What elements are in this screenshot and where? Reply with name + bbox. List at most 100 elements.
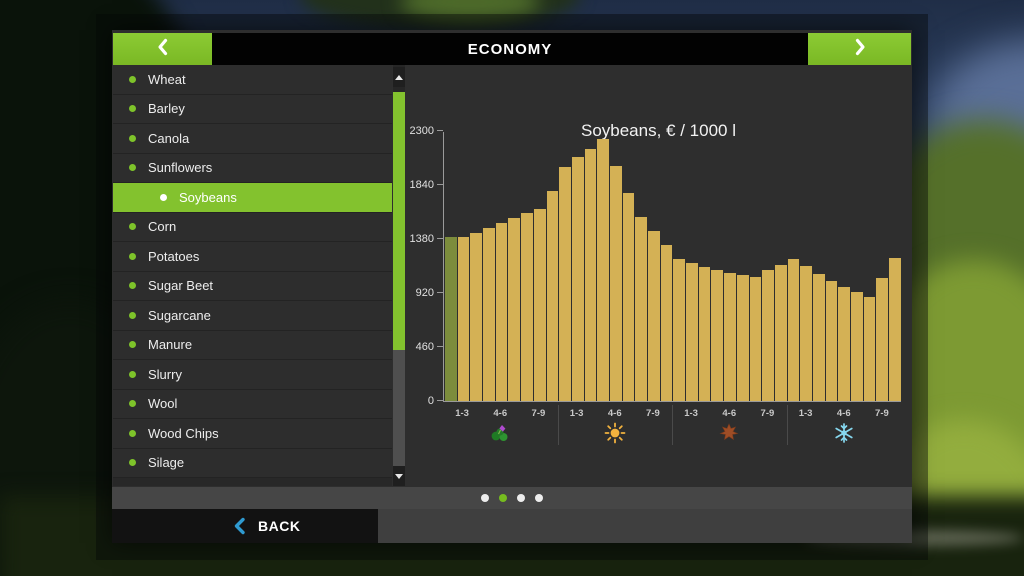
price-bar	[724, 273, 736, 401]
sidebar-item-label: Sugarcane	[148, 308, 211, 323]
page-indicator	[112, 487, 912, 509]
sidebar-item-potatoes[interactable]: Potatoes	[113, 242, 392, 272]
next-page-button[interactable]	[808, 33, 911, 65]
page-dot-3[interactable]	[517, 494, 525, 502]
season-separator	[558, 405, 559, 445]
price-bar	[496, 223, 508, 401]
scroll-up-button[interactable]	[393, 67, 405, 87]
sidebar-item-canola[interactable]: Canola	[113, 124, 392, 154]
price-bar	[559, 167, 571, 401]
price-bar	[508, 218, 520, 401]
price-bar	[775, 265, 787, 401]
season-separator	[787, 405, 788, 445]
sidebar-item-label: Canola	[148, 131, 189, 146]
y-axis-tick	[437, 346, 443, 347]
price-bar	[547, 191, 559, 401]
x-axis-day-label: 4-6	[837, 408, 851, 419]
chart-x-axis: 1-34-67-91-34-67-91-34-67-91-34-67-9	[443, 405, 901, 447]
bullet-icon	[129, 371, 136, 378]
y-axis-tick	[437, 238, 443, 239]
back-button[interactable]: BACK	[112, 509, 378, 543]
bullet-icon	[129, 76, 136, 83]
x-axis-day-label: 1-3	[570, 408, 584, 419]
triangle-up-icon	[395, 75, 403, 80]
price-bar	[826, 281, 838, 401]
price-bar	[572, 157, 584, 401]
sidebar-item-label: Manure	[148, 337, 192, 352]
x-axis-day-label: 7-9	[761, 408, 775, 419]
sidebar-item-wheat[interactable]: Wheat	[113, 65, 392, 95]
bullet-icon	[129, 341, 136, 348]
x-axis-day-label: 7-9	[532, 408, 546, 419]
y-axis-tick-label: 0	[390, 395, 434, 407]
price-bar	[458, 237, 470, 401]
price-bar	[534, 209, 546, 402]
y-axis-tick-label: 460	[390, 341, 434, 353]
price-bar	[699, 267, 711, 401]
price-bar	[750, 277, 762, 401]
page-dot-1[interactable]	[481, 494, 489, 502]
sidebar-item-label: Corn	[148, 219, 176, 234]
bullet-icon	[129, 253, 136, 260]
y-axis-tick-label: 920	[390, 287, 434, 299]
x-axis-day-label: 4-6	[722, 408, 736, 419]
sidebar-item-label: Wheat	[148, 72, 186, 87]
chevron-left-icon	[152, 36, 174, 63]
price-bar	[483, 228, 495, 401]
price-bar	[673, 259, 685, 401]
x-axis-day-label: 1-3	[684, 408, 698, 419]
price-chart: Soybeans, € / 1000 l 0460920138018402300…	[405, 65, 912, 486]
bullet-icon	[160, 194, 167, 201]
sidebar-item-slurry[interactable]: Slurry	[113, 360, 392, 390]
bullet-icon	[129, 282, 136, 289]
x-axis-day-label: 1-3	[799, 408, 813, 419]
sidebar-item-wool[interactable]: Wool	[113, 390, 392, 420]
x-axis-day-label: 7-9	[646, 408, 660, 419]
price-bar	[876, 278, 888, 401]
bullet-icon	[129, 459, 136, 466]
back-button-label: BACK	[258, 518, 300, 534]
y-axis-tick	[437, 130, 443, 131]
bullet-icon	[129, 430, 136, 437]
bullet-icon	[129, 400, 136, 407]
sidebar-item-sunflowers[interactable]: Sunflowers	[113, 154, 392, 184]
bar-series	[445, 131, 901, 401]
sidebar-item-sugar-beet[interactable]: Sugar Beet	[113, 272, 392, 302]
price-bar	[813, 274, 825, 401]
bullet-icon	[129, 164, 136, 171]
summer-season-icon	[604, 422, 626, 444]
y-axis-tick	[437, 400, 443, 401]
sidebar-item-soybeans[interactable]: Soybeans	[113, 183, 392, 213]
y-axis-tick-label: 1840	[390, 179, 434, 191]
price-bar	[851, 292, 863, 401]
chevron-right-icon	[849, 36, 871, 63]
price-bar	[521, 213, 533, 401]
season-separator	[672, 405, 673, 445]
sidebar-item-manure[interactable]: Manure	[113, 331, 392, 361]
sidebar-item-sugarcane[interactable]: Sugarcane	[113, 301, 392, 331]
previous-page-button[interactable]	[113, 33, 212, 65]
sidebar-item-label: Sunflowers	[148, 160, 212, 175]
price-bar	[762, 270, 774, 401]
scrollbar-track[interactable]	[393, 350, 405, 466]
triangle-down-icon	[395, 474, 403, 479]
dialog-header: ECONOMY	[112, 33, 912, 65]
dialog-footer: BACK	[112, 509, 912, 543]
footer-filler	[378, 509, 912, 543]
sidebar-item-barley[interactable]: Barley	[113, 95, 392, 125]
sidebar-item-label: Sugar Beet	[148, 278, 213, 293]
sidebar-item-silage[interactable]: Silage	[113, 449, 392, 479]
page-dot-2-active[interactable]	[499, 494, 507, 502]
sidebar-item-corn[interactable]: Corn	[113, 213, 392, 243]
price-bar	[838, 287, 850, 402]
price-bar	[864, 297, 876, 401]
x-axis-day-label: 1-3	[455, 408, 469, 419]
winter-season-icon	[833, 422, 855, 444]
price-bar	[623, 193, 635, 401]
page-dot-4[interactable]	[535, 494, 543, 502]
x-axis-day-label: 4-6	[608, 408, 622, 419]
sidebar-item-wood-chips[interactable]: Wood Chips	[113, 419, 392, 449]
sidebar-item-label: Potatoes	[148, 249, 199, 264]
scroll-down-button[interactable]	[393, 466, 405, 486]
sidebar-item-label: Silage	[148, 455, 184, 470]
